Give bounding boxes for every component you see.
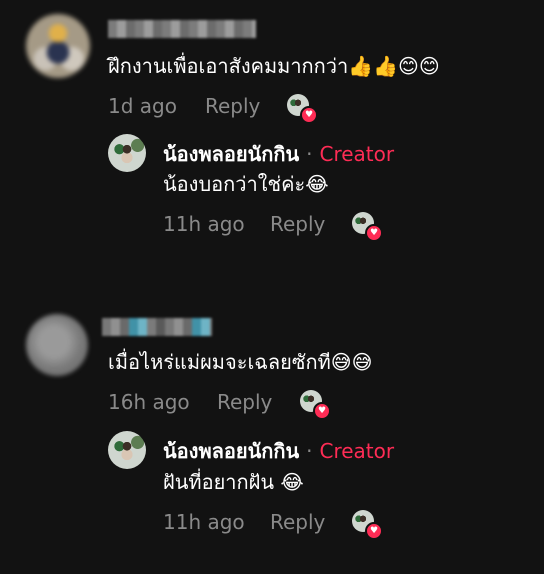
separator-dot: ·: [306, 142, 313, 166]
reply-time: 11h ago: [163, 212, 245, 236]
comment-1: ฝึกงานเพื่อเอาสังคมมากกว่า👍👍😊😊 1d ago Re…: [0, 0, 544, 290]
heart-icon: ♥: [313, 402, 331, 420]
creator-name-line: น้องพลอยนักกิน · Creator: [163, 138, 394, 170]
creator-name[interactable]: น้องพลอยนักกิน: [163, 439, 299, 463]
reply-button[interactable]: Reply: [205, 94, 260, 118]
heart-icon: ♥: [365, 522, 383, 540]
separator-dot: ·: [306, 439, 313, 463]
creator-avatar[interactable]: [108, 134, 146, 172]
reply-text: น้องบอกว่าใช่ค่ะ😂: [163, 172, 329, 196]
comment-text: เมื่อไหร่แม่ผมจะเฉลยซักที😅😅: [108, 350, 373, 374]
reply-button[interactable]: Reply: [270, 510, 325, 534]
commenter-name-blurred[interactable]: [102, 318, 212, 336]
creator-name[interactable]: น้องพลอยนักกิน: [163, 142, 299, 166]
creator-name-line: น้องพลอยนักกิน · Creator: [163, 435, 394, 467]
reply-button[interactable]: Reply: [217, 390, 272, 414]
heart-icon: ♥: [365, 224, 383, 242]
creator-badge: Creator: [319, 439, 395, 463]
comment-text: ฝึกงานเพื่อเอาสังคมมากกว่า👍👍😊😊: [108, 54, 440, 78]
creator-badge: Creator: [319, 142, 395, 166]
creator-avatar[interactable]: [108, 431, 146, 469]
reply-time: 11h ago: [163, 510, 245, 534]
commenter-avatar[interactable]: [26, 14, 90, 78]
comment-time: 16h ago: [108, 390, 190, 414]
heart-icon: ♥: [300, 106, 318, 124]
commenter-avatar[interactable]: [26, 314, 88, 376]
comment-time: 1d ago: [108, 94, 177, 118]
commenter-name-blurred[interactable]: [108, 20, 256, 38]
reply-button[interactable]: Reply: [270, 212, 325, 236]
comment-2: เมื่อไหร่แม่ผมจะเฉลยซักที😅😅 16h ago Repl…: [0, 296, 544, 566]
reply-text: ฝันที่อยากฝัน 😂: [163, 470, 304, 494]
